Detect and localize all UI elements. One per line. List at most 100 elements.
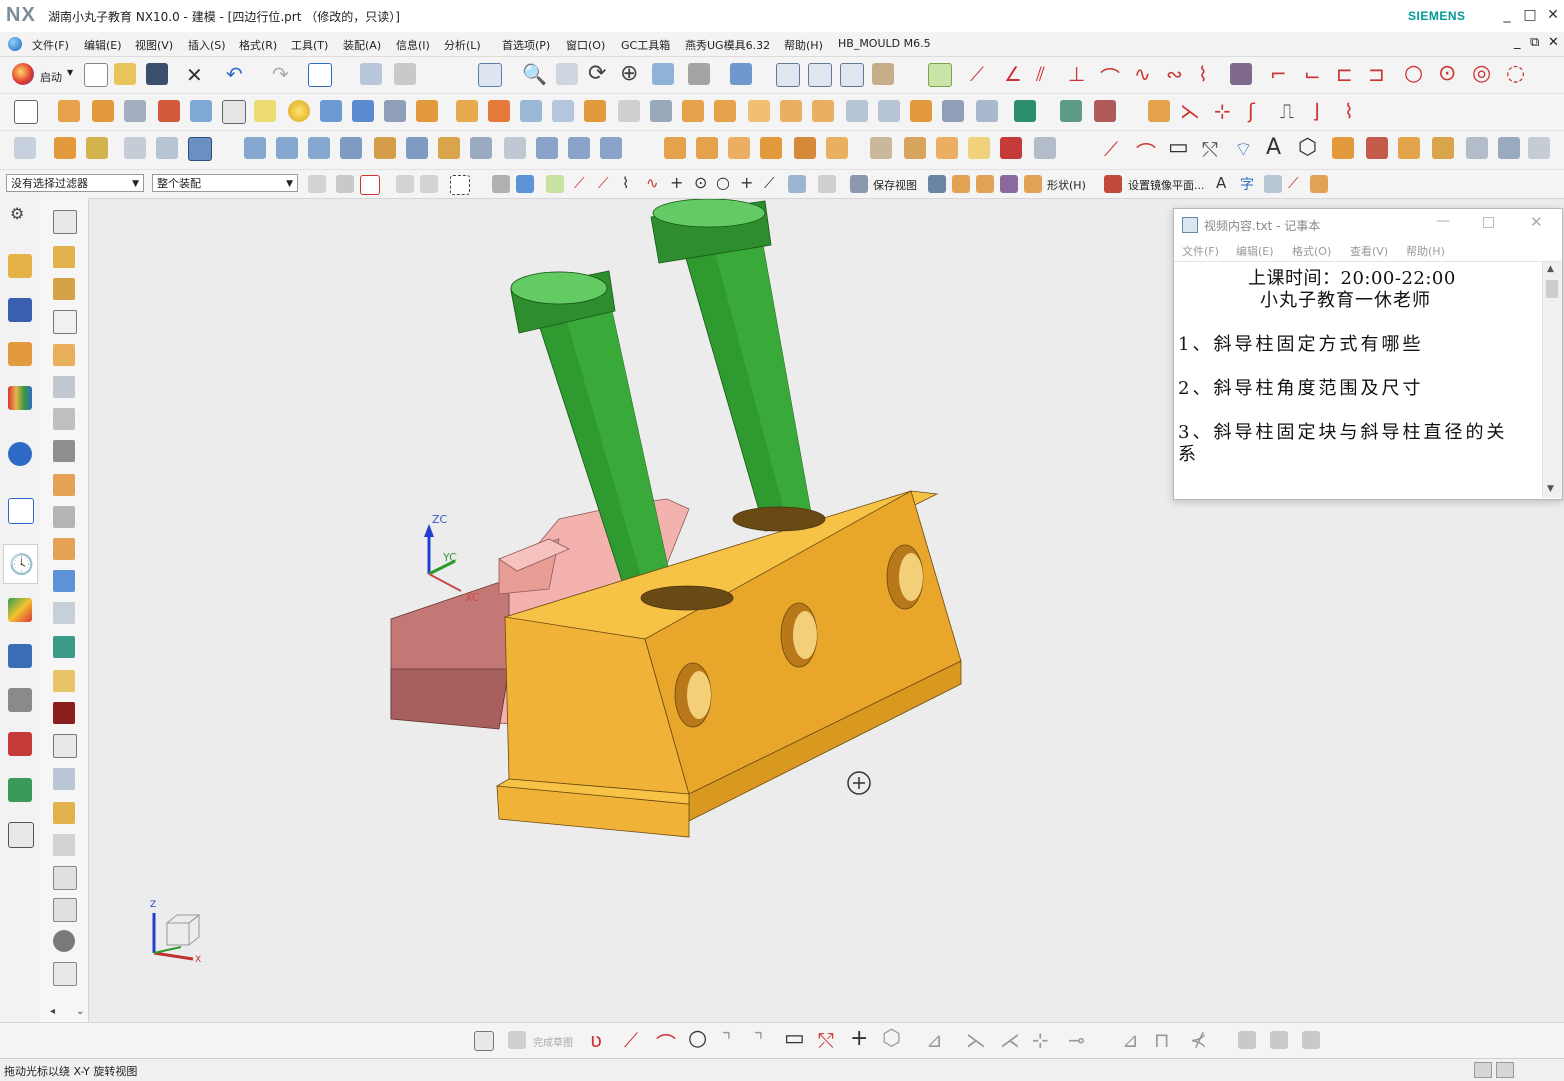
hole-table-icon[interactable] (53, 834, 75, 856)
swept-icon[interactable] (340, 137, 362, 159)
cone-icon[interactable] (384, 100, 406, 122)
section-icon[interactable] (1060, 100, 1082, 122)
sketch-dimension-icon[interactable]: ⊿ (1122, 1028, 1139, 1052)
sketch-rectangle-icon[interactable]: ▭ (784, 1026, 805, 1051)
rectangle-icon[interactable]: ▭ (1168, 135, 1189, 160)
menu-assembly[interactable]: 装配(A) (343, 37, 381, 53)
intersect-curve-icon[interactable]: ⊹ (1214, 99, 1231, 123)
view-iso-icon[interactable] (840, 63, 864, 87)
line-2-icon[interactable]: ⟋ (1104, 137, 1118, 161)
sketch-line-icon[interactable]: ⟋ (624, 1028, 638, 1052)
point-icon[interactable]: ⤲ (1202, 137, 1218, 161)
snap-toggle-icon[interactable] (928, 63, 952, 87)
select-point-icon[interactable] (360, 175, 380, 195)
hd3d-tools-icon[interactable] (8, 442, 32, 466)
offset-surface-icon[interactable] (504, 137, 526, 159)
open-folder-icon[interactable] (114, 63, 136, 85)
rectangle-select-icon[interactable] (450, 175, 470, 195)
layer-settings-icon[interactable] (818, 175, 836, 193)
wcs-icon[interactable] (952, 175, 970, 193)
save-view-icon[interactable] (850, 175, 868, 193)
project-curve-icon[interactable]: ⋋ (1180, 99, 1200, 123)
general-selection-icon[interactable] (308, 175, 326, 193)
expand-down-icon[interactable]: ⌄ (76, 1006, 84, 1017)
cylinder-icon[interactable] (320, 100, 342, 122)
notepad-menu-view[interactable]: 查看(V) (1350, 243, 1388, 259)
doc-restore-button[interactable]: ⧉ (1530, 35, 1539, 50)
sew-icon[interactable] (470, 137, 492, 159)
finish-sketch-button[interactable]: 完成草图 (533, 1034, 573, 1049)
chamfer-icon[interactable]: ⊐ (1368, 62, 1385, 86)
move-face-icon[interactable] (846, 100, 868, 122)
doc-minimize-button[interactable]: _ (1514, 35, 1521, 50)
eye-icon[interactable] (53, 930, 75, 952)
web-browser-icon[interactable] (8, 498, 34, 524)
sketch-auto-constraint-icon[interactable]: ⊀ (1190, 1028, 1207, 1052)
corner-icon[interactable]: ⊏ (1336, 62, 1353, 86)
sketch-relations-icon[interactable] (1238, 1031, 1256, 1049)
sketch-circle-icon[interactable]: ○ (688, 1026, 707, 1051)
perpendicular-icon[interactable]: ⊥ (1068, 62, 1085, 86)
close-button[interactable]: ✕ (1542, 4, 1564, 26)
settings-gear-icon[interactable]: ⚙ (10, 204, 24, 223)
sketch-pattern-icon[interactable]: ⊸ (1068, 1028, 1085, 1052)
trim-sheet-icon[interactable] (536, 137, 558, 159)
assembly-navigator-icon[interactable] (8, 254, 32, 278)
fit-view-icon[interactable] (478, 63, 502, 87)
extrude-icon[interactable] (58, 100, 80, 122)
menu-format[interactable]: 格式(R) (239, 37, 277, 53)
conic-icon[interactable] (1366, 137, 1388, 159)
intersection-snap-icon[interactable]: ⌇ (622, 174, 629, 192)
trim-body-icon[interactable] (714, 100, 736, 122)
combine-curve-icon[interactable] (1466, 137, 1488, 159)
helix-icon[interactable]: ⌋ (1312, 99, 1320, 123)
view-front-icon[interactable] (776, 63, 800, 87)
sketch-extend-icon[interactable]: ⋋ (966, 1028, 986, 1052)
palette-icon[interactable] (8, 778, 32, 802)
select-icon[interactable] (124, 137, 146, 159)
n-sided-icon[interactable] (374, 137, 396, 159)
pad-icon[interactable] (254, 100, 276, 122)
trim-icon[interactable]: ⌐ (1270, 62, 1287, 86)
scroll-up-icon[interactable]: ▲ (1547, 264, 1554, 274)
nx-app-icon[interactable] (8, 37, 22, 51)
menu-edit[interactable]: 编辑(E) (84, 37, 122, 53)
parting-icon[interactable] (53, 408, 75, 430)
manufacturing-wizard-icon[interactable] (8, 644, 32, 668)
cooling-icon[interactable] (1000, 137, 1022, 159)
arc-center-snap-icon[interactable]: ∿ (646, 174, 659, 192)
notepad-window[interactable]: 视频内容.txt - 记事本 — □ ✕ 文件(F) 编辑(E) 格式(O) 查… (1173, 208, 1563, 500)
circle-icon[interactable]: ○ (1404, 61, 1423, 86)
parallel-icon[interactable]: ⫽ (1036, 62, 1045, 86)
mold-wizard-icon[interactable] (664, 137, 686, 159)
runner-icon[interactable] (968, 137, 990, 159)
extract-icon[interactable] (780, 100, 802, 122)
save-icon[interactable] (146, 63, 168, 85)
offset-face-icon[interactable] (584, 100, 606, 122)
part-navigator-icon[interactable] (8, 342, 32, 366)
unwrap-icon[interactable] (1432, 137, 1454, 159)
ejector-pin-icon[interactable] (53, 538, 75, 560)
doc-close-button[interactable]: ✕ (1548, 35, 1559, 50)
sphere-icon[interactable] (288, 100, 310, 122)
finish-sketch-icon[interactable] (508, 1031, 526, 1049)
sub-insert-icon[interactable] (904, 137, 926, 159)
view-snap-icon[interactable] (788, 175, 806, 193)
angle-pin-right[interactable] (650, 199, 814, 532)
shaded-icon[interactable] (688, 63, 710, 85)
perspective-icon[interactable] (652, 63, 674, 85)
zoom-icon[interactable]: 🔍 (522, 62, 547, 86)
collapse-arrow-icon[interactable]: ◂ (50, 1006, 55, 1017)
sketch-convert-icon[interactable] (1270, 1031, 1288, 1049)
profile-icon[interactable]: ʋ (590, 1028, 602, 1052)
control-point-snap-icon[interactable]: ⟋ (598, 174, 609, 192)
status-icon-1[interactable] (1474, 1062, 1492, 1078)
wrap-icon[interactable] (1398, 137, 1420, 159)
graphics-window[interactable]: ZC YC XC Z X 视频内容.txt - 记事本 — □ ✕ 文件(F) … (89, 199, 1564, 1022)
new-file-icon[interactable] (84, 63, 108, 87)
menu-view[interactable]: 视图(V) (135, 37, 173, 53)
angle-icon[interactable]: ∠ (1004, 62, 1022, 86)
chevron-down-icon[interactable]: ▼ (67, 68, 73, 77)
shell-icon[interactable] (520, 100, 542, 122)
sketch-offset-icon[interactable]: ⬡ (882, 1026, 901, 1051)
